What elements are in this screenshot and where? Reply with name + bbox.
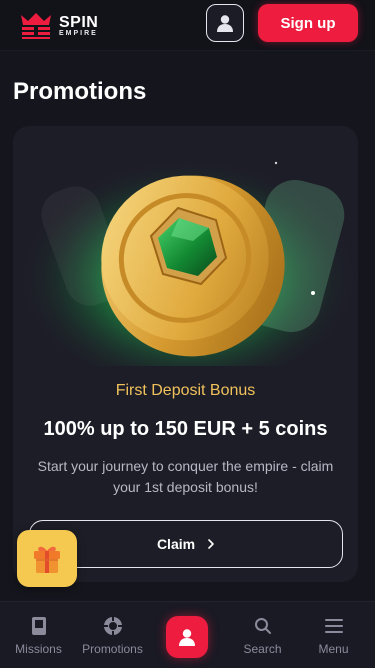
search-icon (254, 616, 272, 636)
chip-icon (103, 616, 123, 636)
signup-button[interactable]: Sign up (258, 4, 358, 42)
promo-image (18, 146, 358, 366)
logo-text-spin: SPIN (59, 14, 99, 31)
nav-item-menu[interactable]: Menu (296, 602, 371, 668)
bonus-description: Start your journey to conquer the empire… (37, 458, 334, 495)
nav-item-missions[interactable]: Missions (1, 602, 76, 668)
top-header: SPIN EMPIRE Sign up (0, 0, 375, 51)
gift-icon (34, 546, 60, 573)
chevron-right-icon (208, 539, 214, 549)
promo-card: First Deposit Bonus 100% up to 150 EUR +… (13, 126, 358, 582)
book-icon (30, 616, 48, 636)
nav-label-missions: Missions (15, 642, 62, 656)
user-icon (179, 629, 195, 646)
nav-item-promotions[interactable]: Promotions (75, 602, 150, 668)
menu-icon (324, 616, 343, 636)
crown-logo-icon (21, 13, 51, 39)
brand-logo[interactable]: SPIN EMPIRE (19, 11, 139, 41)
profile-button[interactable] (206, 4, 244, 42)
page-title: Promotions (13, 78, 147, 105)
nav-label-menu: Menu (318, 642, 349, 656)
gift-button[interactable] (17, 530, 77, 587)
bonus-title: 100% up to 150 EUR + 5 coins (43, 418, 328, 440)
nav-label-promotions: Promotions (82, 642, 143, 656)
nav-label-search: Search (243, 642, 282, 656)
logo-text-empire: EMPIRE (59, 30, 98, 37)
nav-item-search[interactable]: Search (225, 602, 300, 668)
bonus-label: First Deposit Bonus (115, 382, 256, 399)
claim-label: Claim (156, 536, 196, 552)
user-icon (217, 15, 233, 32)
nav-account-button[interactable] (166, 616, 208, 658)
